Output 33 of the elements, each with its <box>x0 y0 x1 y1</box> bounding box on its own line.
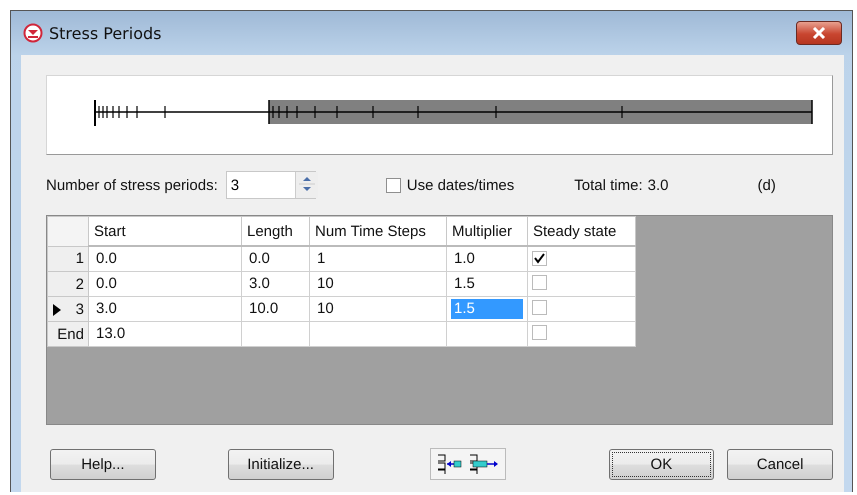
ok-button[interactable]: OK <box>608 448 714 480</box>
column-header[interactable]: Length <box>242 216 310 246</box>
close-icon <box>812 27 826 39</box>
row-header[interactable]: End <box>48 322 88 346</box>
time-unit: (d) <box>758 176 776 194</box>
total-time-label: Total time: <box>574 176 643 194</box>
steady-state-checkbox[interactable] <box>532 300 547 314</box>
cancel-button[interactable]: Cancel <box>727 448 833 480</box>
initialize-button[interactable]: Initialize... <box>228 448 334 480</box>
help-button[interactable]: Help... <box>50 448 156 480</box>
row-header[interactable]: 2 <box>48 272 88 296</box>
total-time-value: 3.0 <box>648 176 668 194</box>
window-title: Stress Periods <box>49 24 162 42</box>
steady-state-checkbox[interactable] <box>532 324 547 340</box>
stress-periods-label: Number of stress periods: <box>46 176 218 194</box>
insert-row-icon[interactable] <box>436 453 462 475</box>
steady-state-checkbox[interactable] <box>532 250 547 266</box>
column-header[interactable]: Multiplier <box>446 216 528 246</box>
column-header[interactable]: Steady state <box>528 216 636 246</box>
stress-periods-spinner[interactable]: 3 <box>226 171 316 199</box>
append-row-icon[interactable] <box>468 453 498 475</box>
column-header[interactable]: Num Time Steps <box>310 216 446 246</box>
use-dates-label: Use dates/times <box>406 176 514 194</box>
use-dates-checkbox[interactable] <box>386 178 401 192</box>
close-button[interactable] <box>796 21 842 45</box>
stress-periods-field[interactable]: 3 <box>226 172 295 198</box>
column-header[interactable]: Start <box>88 216 242 246</box>
app-icon <box>23 23 43 43</box>
steady-state-checkbox[interactable] <box>532 274 547 290</box>
row-header[interactable]: 3 <box>48 296 88 322</box>
corner-header <box>48 216 88 246</box>
row-header[interactable]: 1 <box>48 246 88 272</box>
current-row-icon <box>52 304 62 316</box>
